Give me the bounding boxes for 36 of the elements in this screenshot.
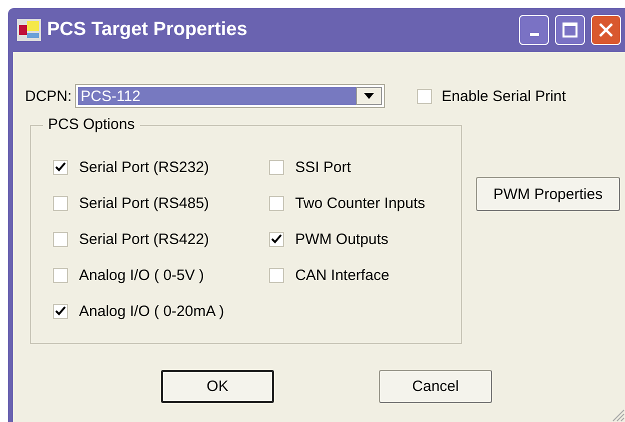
checkbox[interactable] bbox=[53, 232, 68, 246]
checkbox-label: Analog I/O ( 0-20mA ) bbox=[79, 302, 224, 320]
checkbox[interactable] bbox=[269, 232, 284, 246]
minimize-button[interactable] bbox=[519, 15, 549, 45]
close-button[interactable] bbox=[591, 15, 621, 45]
close-icon bbox=[598, 22, 614, 38]
dcpn-dropdown[interactable]: PCS-112 bbox=[74, 84, 385, 108]
checkbox-label: Enable Serial Print bbox=[442, 88, 566, 104]
checkbox[interactable] bbox=[53, 304, 68, 318]
window-title: PCS Target Properties bbox=[47, 19, 248, 41]
ok-button[interactable]: OK bbox=[161, 370, 274, 403]
checkbox[interactable] bbox=[269, 160, 284, 174]
checkbox[interactable] bbox=[53, 160, 68, 174]
checkbox[interactable] bbox=[53, 196, 68, 210]
checkbox-label: PWM Outputs bbox=[295, 230, 388, 248]
checkbox-label: Analog I/O ( 0-5V ) bbox=[79, 266, 204, 284]
dcpn-label: DCPN: bbox=[25, 88, 72, 104]
checkbox[interactable] bbox=[53, 268, 68, 282]
maximize-icon bbox=[562, 22, 578, 38]
checkbox-label: Serial Port (RS422) bbox=[79, 230, 210, 248]
resize-grip-icon bbox=[611, 408, 625, 422]
checkbox-label: Serial Port (RS232) bbox=[79, 158, 210, 176]
group-title: PCS Options bbox=[43, 116, 140, 133]
maximize-button[interactable] bbox=[555, 15, 585, 45]
checkbox-label: Serial Port (RS485) bbox=[79, 194, 210, 212]
checkbox[interactable] bbox=[416, 88, 432, 104]
checkbox-label: SSI Port bbox=[295, 158, 351, 176]
checkbox-label: CAN Interface bbox=[295, 266, 390, 284]
minimize-icon bbox=[530, 33, 538, 36]
checkbox-label: Two Counter Inputs bbox=[295, 194, 426, 212]
checkbox[interactable] bbox=[269, 196, 284, 210]
cancel-button[interactable]: Cancel bbox=[379, 370, 492, 403]
pwm-properties-button[interactable]: PWM Properties bbox=[476, 177, 620, 211]
caret-icon bbox=[364, 93, 374, 99]
checkbox[interactable] bbox=[269, 268, 284, 282]
app-icon bbox=[17, 19, 41, 41]
